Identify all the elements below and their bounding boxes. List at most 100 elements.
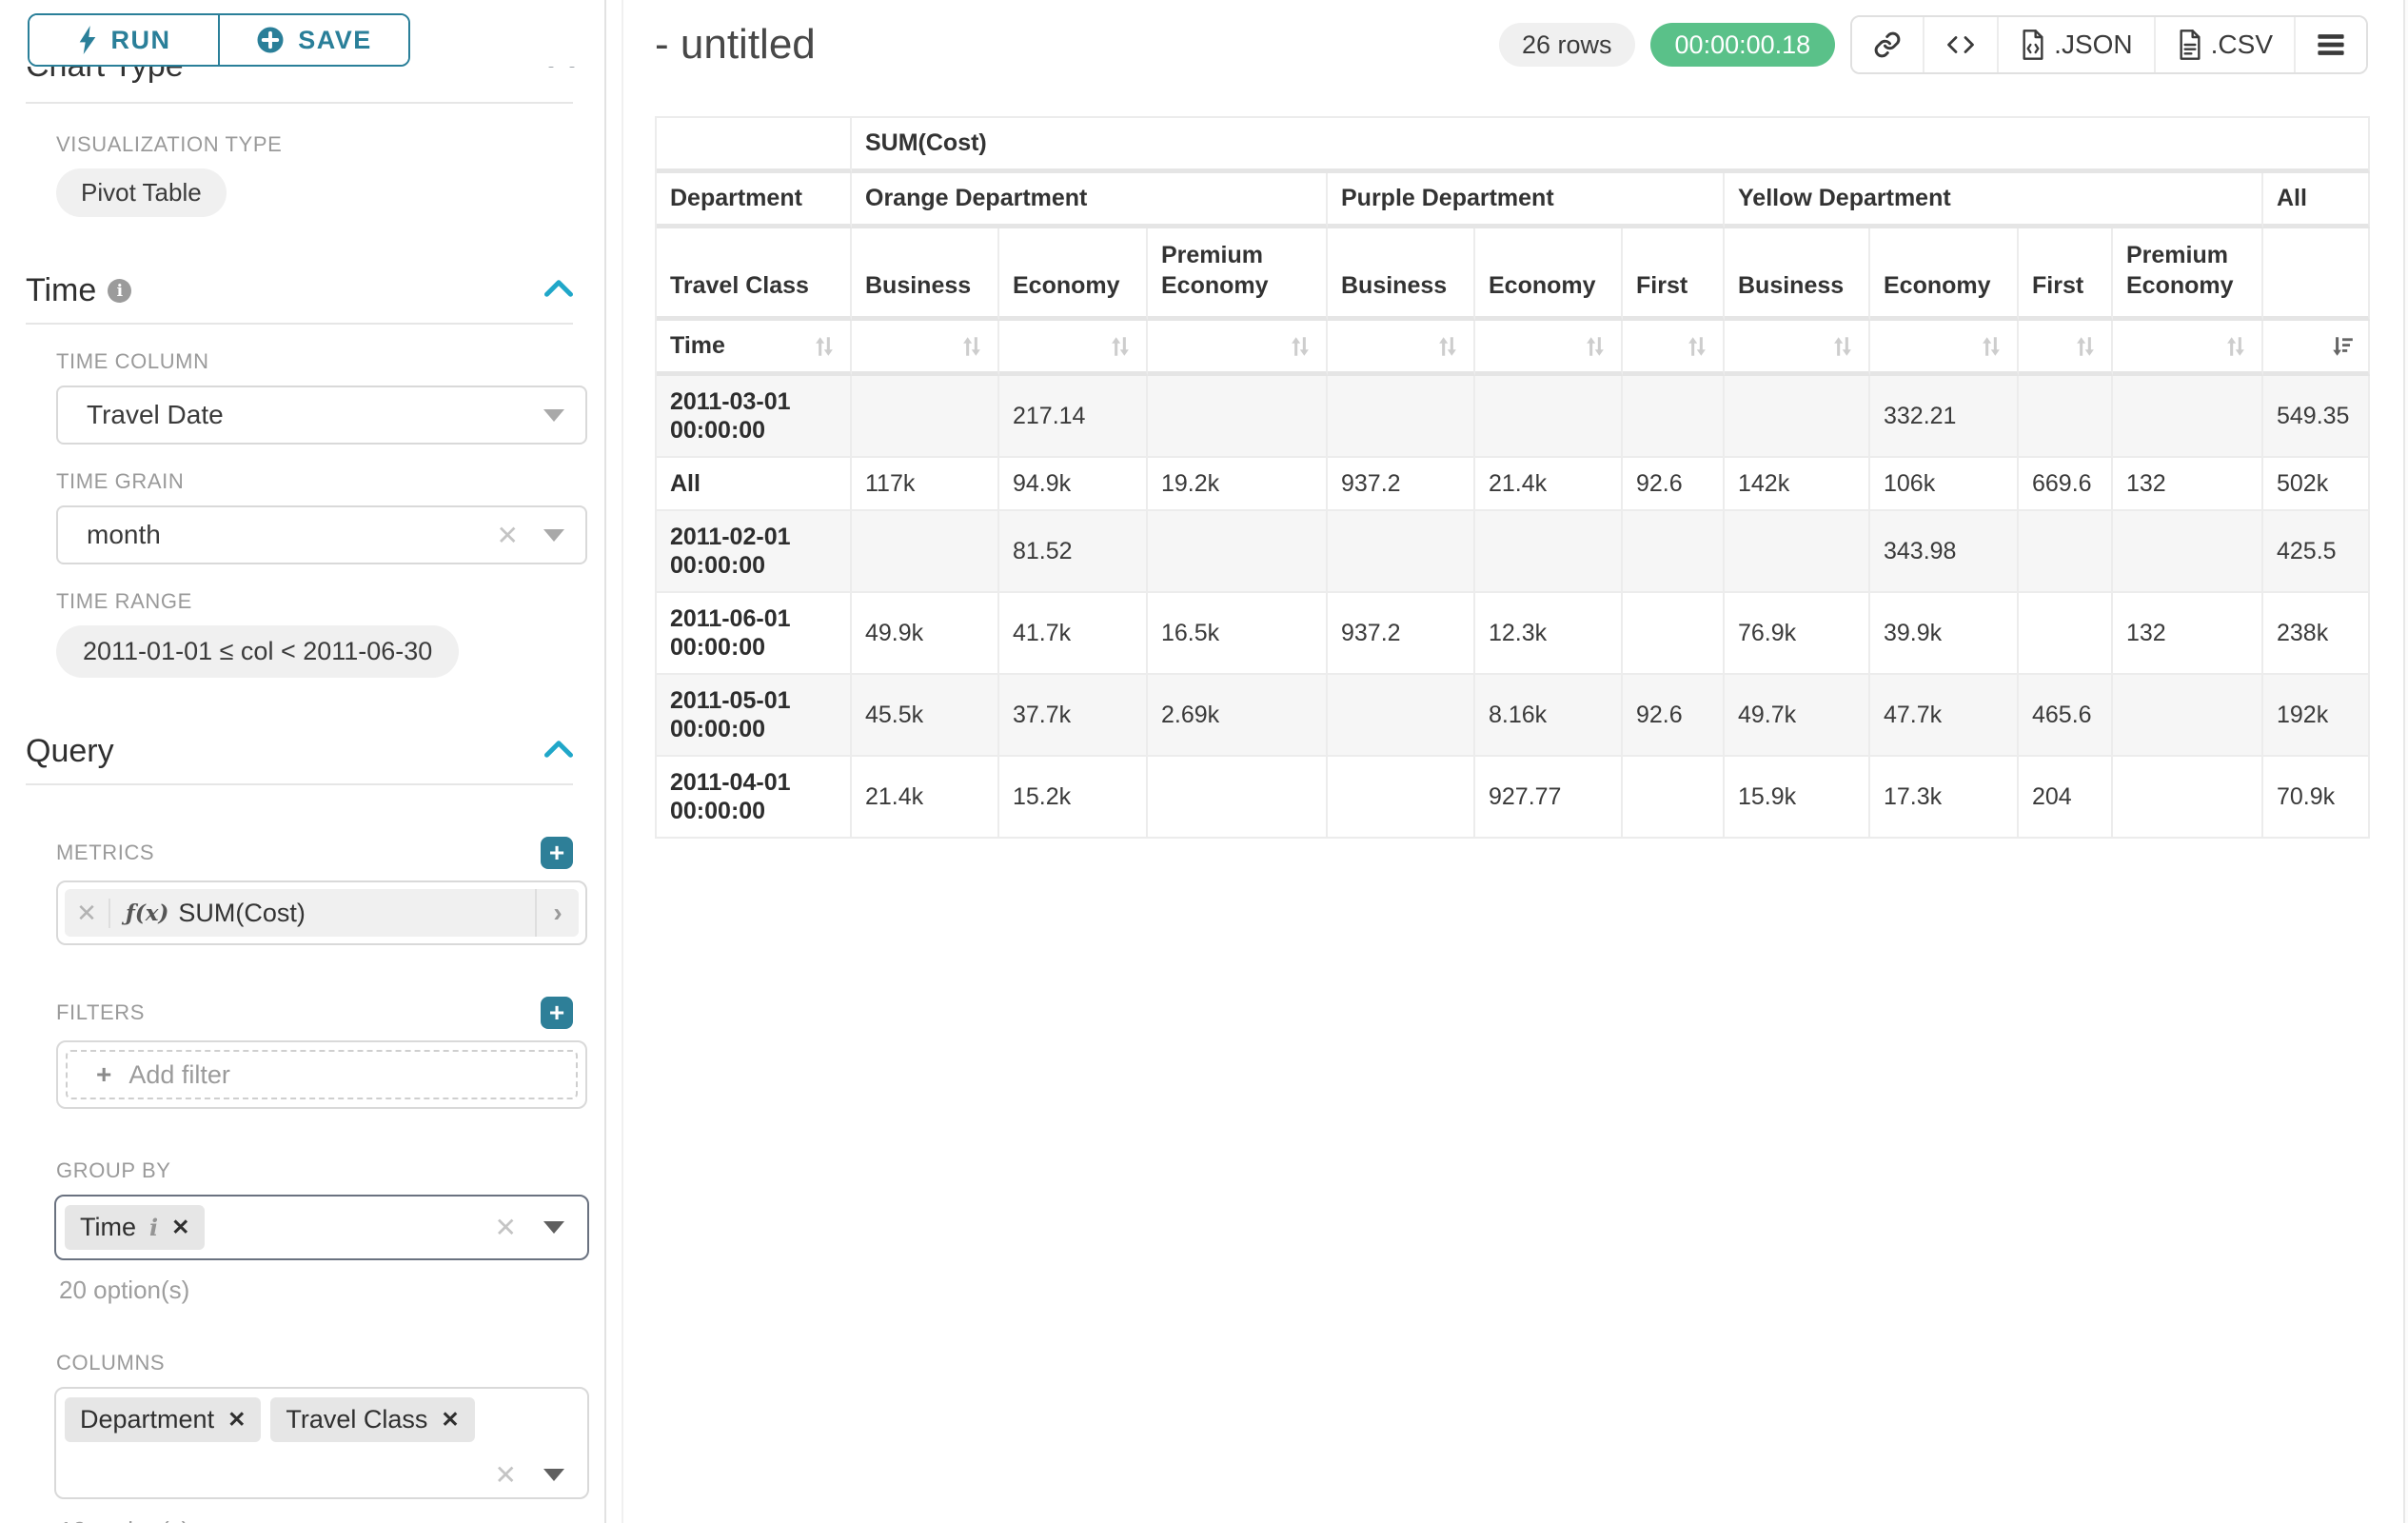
value-cell: 937.2 xyxy=(1328,458,1475,511)
column-dimension2-header: Travel Class xyxy=(657,228,852,321)
columns-select[interactable]: Department ✕ Travel Class ✕ ✕ xyxy=(54,1387,589,1499)
chart-title[interactable]: - untitled xyxy=(655,21,816,69)
time-range-value[interactable]: 2011-01-01 ≤ col < 2011-06-30 xyxy=(56,625,459,678)
export-csv-button[interactable]: .CSV xyxy=(2154,17,2294,72)
value-cell xyxy=(1725,376,1870,458)
sort-icon[interactable] xyxy=(1108,334,1133,359)
more-options-button[interactable] xyxy=(2294,17,2366,72)
control-panel: RUN SAVE Chart Type VISUALIZATION TYPE P… xyxy=(0,0,606,1523)
sort-icon[interactable] xyxy=(959,334,984,359)
value-cell xyxy=(2019,593,2113,675)
value-cell: 49.9k xyxy=(852,593,999,675)
row-header-cell: 2011-02-01 00:00:00 xyxy=(657,511,852,593)
value-cell xyxy=(1328,376,1475,458)
section-divider xyxy=(26,323,573,325)
export-json-button[interactable]: .JSON xyxy=(1997,17,2153,72)
group-by-select[interactable]: Time i ✕ ✕ xyxy=(54,1195,589,1260)
add-filter-button[interactable]: + xyxy=(541,997,573,1029)
metric-item[interactable]: ✕ ƒ(x) SUM(Cost) › xyxy=(65,889,579,937)
time-header-label: Time xyxy=(670,332,725,360)
row-header-cell: 2011-03-01 00:00:00 xyxy=(657,376,852,458)
sort-icon[interactable] xyxy=(1979,334,2003,359)
time-column-select[interactable]: Travel Date xyxy=(56,386,587,445)
value-cell: 92.6 xyxy=(1623,675,1725,757)
value-cell: 217.14 xyxy=(999,376,1148,458)
columns-tag[interactable]: Travel Class ✕ xyxy=(270,1397,474,1442)
remove-tag-icon[interactable]: ✕ xyxy=(441,1407,459,1433)
value-cell xyxy=(2113,675,2263,757)
row-header-cell: 2011-04-01 00:00:00 xyxy=(657,757,852,839)
value-cell: 117k xyxy=(852,458,999,511)
clear-icon[interactable]: ✕ xyxy=(495,1459,517,1491)
info-circle-icon: i xyxy=(108,279,131,303)
chevron-down-icon[interactable] xyxy=(543,1469,564,1481)
panel-resizer[interactable] xyxy=(606,0,623,1523)
value-cell xyxy=(1475,511,1623,593)
value-cell: 81.52 xyxy=(999,511,1148,593)
sort-icon[interactable] xyxy=(2073,334,2098,359)
sort-icon[interactable] xyxy=(2223,334,2248,359)
time-section-header[interactable]: Time i xyxy=(26,272,573,309)
remove-tag-icon[interactable]: ✕ xyxy=(227,1407,246,1433)
value-cell: 2.69k xyxy=(1148,675,1328,757)
page-scrollbar[interactable] xyxy=(2403,0,2408,1523)
value-cell: 502k xyxy=(2263,458,2370,511)
sort-icon[interactable] xyxy=(812,334,837,359)
chart-area: - untitled 26 rows 00:00:00.18 xyxy=(623,0,2408,1523)
sort-cell xyxy=(999,321,1148,376)
table-row: 2011-05-01 00:00:0045.5k37.7k2.69k8.16k9… xyxy=(657,675,2370,757)
sort-icon[interactable] xyxy=(1685,334,1709,359)
columns-label: COLUMNS xyxy=(56,1351,604,1375)
group-by-tag[interactable]: Time i ✕ xyxy=(65,1205,205,1250)
value-cell xyxy=(1328,675,1475,757)
value-cell: 132 xyxy=(2113,593,2263,675)
value-cell: 15.2k xyxy=(999,757,1148,839)
run-button[interactable]: RUN xyxy=(30,15,218,65)
chevron-up-icon[interactable] xyxy=(544,739,573,764)
value-cell: 45.5k xyxy=(852,675,999,757)
metrics-label: METRICS xyxy=(56,841,154,865)
department-group-header: Orange Department xyxy=(852,173,1328,228)
sort-desc-active-icon[interactable] xyxy=(2330,334,2355,359)
clear-icon[interactable]: ✕ xyxy=(497,520,519,551)
plus-icon: + xyxy=(96,1059,111,1090)
visualization-type-value[interactable]: Pivot Table xyxy=(56,168,227,217)
embed-code-button[interactable] xyxy=(1923,17,1997,72)
value-cell xyxy=(1623,511,1725,593)
travel-class-header: Business xyxy=(852,228,999,321)
table-row: 2011-04-01 00:00:0021.4k15.2k927.7715.9k… xyxy=(657,757,2370,839)
sort-icon[interactable] xyxy=(1583,334,1608,359)
query-section-header[interactable]: Query xyxy=(26,733,573,770)
save-button[interactable]: SAVE xyxy=(218,15,408,65)
add-filter-label: Add filter xyxy=(128,1060,230,1090)
sort-cell xyxy=(1148,321,1328,376)
sort-icon[interactable] xyxy=(1830,334,1855,359)
time-grain-select[interactable]: month ✕ xyxy=(56,505,587,564)
value-cell: 21.4k xyxy=(1475,458,1623,511)
value-cell xyxy=(1623,593,1725,675)
remove-tag-icon[interactable]: ✕ xyxy=(171,1215,189,1240)
chevron-up-icon[interactable] xyxy=(544,278,573,304)
chevron-right-icon[interactable]: › xyxy=(535,889,579,937)
value-cell: 425.5 xyxy=(2263,511,2370,593)
travel-class-header xyxy=(2263,228,2370,321)
section-divider xyxy=(26,783,573,785)
chevron-down-icon[interactable] xyxy=(543,529,564,542)
filters-label: FILTERS xyxy=(56,1000,145,1025)
value-cell xyxy=(1328,511,1475,593)
columns-tag[interactable]: Department ✕ xyxy=(65,1397,261,1442)
time-range-label: TIME RANGE xyxy=(56,589,604,614)
file-text-icon xyxy=(2177,30,2203,60)
travel-class-header: Economy xyxy=(1870,228,2019,321)
remove-metric-icon[interactable]: ✕ xyxy=(65,899,110,928)
visualization-type-label: VISUALIZATION TYPE xyxy=(56,132,604,157)
copy-link-button[interactable] xyxy=(1852,17,1923,72)
chevron-down-icon[interactable] xyxy=(543,409,564,422)
travel-class-header: Premium Economy xyxy=(1148,228,1328,321)
sort-icon[interactable] xyxy=(1288,334,1313,359)
add-filter-dropzone[interactable]: + Add filter xyxy=(66,1050,578,1099)
sort-icon[interactable] xyxy=(1435,334,1460,359)
clear-icon[interactable]: ✕ xyxy=(495,1212,517,1243)
add-metric-button[interactable]: + xyxy=(541,837,573,869)
chevron-down-icon[interactable] xyxy=(543,1221,564,1234)
